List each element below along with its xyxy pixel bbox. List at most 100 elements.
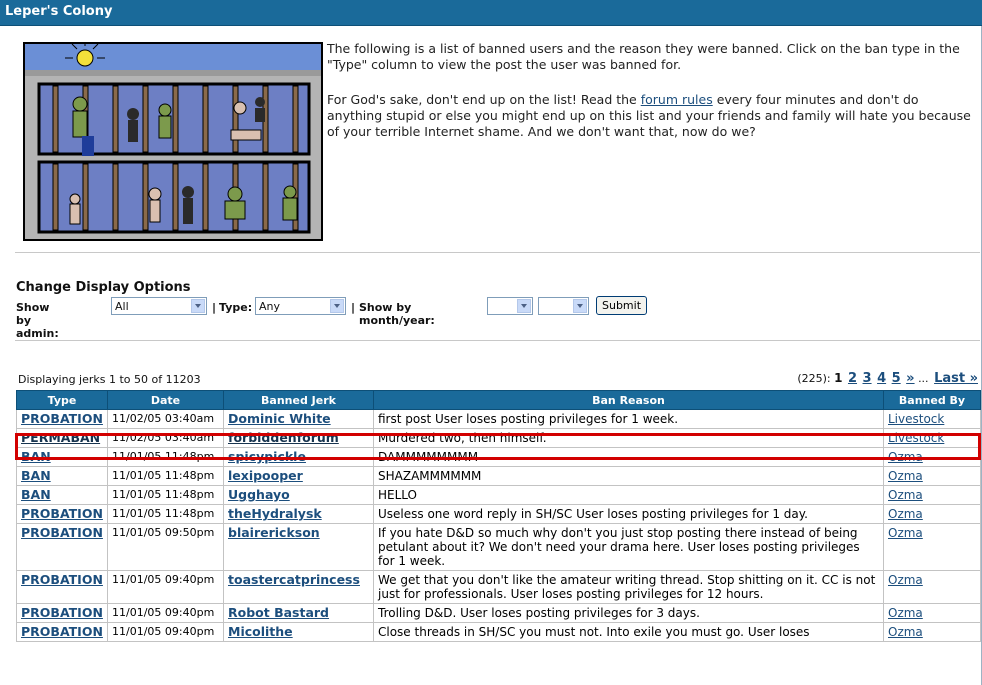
chevron-down-icon[interactable] xyxy=(517,299,531,313)
divider xyxy=(15,252,980,253)
ban-type-link[interactable]: PROBATION xyxy=(21,525,103,540)
ban-reason: If you hate D&D so much why don't you ju… xyxy=(378,526,860,568)
ban-type-link[interactable]: PROBATION xyxy=(21,506,103,521)
month-select[interactable] xyxy=(487,297,533,315)
ban-date: 11/01/05 11:48pm xyxy=(112,450,215,463)
type-filter-select[interactable]: Any xyxy=(255,297,346,315)
ban-type-link[interactable]: BAN xyxy=(21,449,51,464)
table-row: BAN 11/01/05 11:48pm Ugghayo HELLO Ozma xyxy=(16,485,981,505)
banned-by-link[interactable]: Ozma xyxy=(888,507,923,521)
banned-user-link[interactable]: blairerickson xyxy=(228,525,320,540)
ban-type-link[interactable]: BAN xyxy=(21,468,51,483)
table-row: PROBATION 11/01/05 09:40pm Micolithe Close … xyxy=(16,622,981,642)
ban-type-link[interactable]: PROBATION xyxy=(21,572,103,587)
banned-by-link[interactable]: Livestock xyxy=(888,412,944,426)
pagination-last[interactable]: Last » xyxy=(934,371,978,386)
banned-user-link[interactable]: theHydralysk xyxy=(228,506,322,521)
table-cell-reason: HELLO xyxy=(373,485,884,505)
column-header-reason[interactable]: Ban Reason xyxy=(373,390,884,410)
table-row: PROBATION 11/02/05 03:40am Dominic White fi… xyxy=(16,409,981,429)
banned-users-table: Type Date Banned Jerk Ban Reason Banned … xyxy=(16,390,981,642)
banned-by-link[interactable]: Ozma xyxy=(888,526,923,540)
results-count: Displaying jerks 1 to 50 of 11203 xyxy=(18,373,201,386)
table-cell-date: 11/01/05 09:40pm xyxy=(107,622,224,642)
month-filter-separator: | xyxy=(351,301,356,314)
pagination-page-3[interactable]: 3 xyxy=(863,371,872,386)
pagination-current: 1 xyxy=(834,371,843,385)
ban-reason: We get that you don't like the amateur w… xyxy=(378,573,876,601)
chevron-down-icon[interactable] xyxy=(573,299,587,313)
banned-user-link[interactable]: lexipooper xyxy=(228,468,303,483)
ban-type-link[interactable]: PERMABAN xyxy=(21,430,100,445)
admin-filter-select[interactable]: All xyxy=(111,297,207,315)
ban-type-link[interactable]: PROBATION xyxy=(21,605,103,620)
banned-by-link[interactable]: Ozma xyxy=(888,573,923,587)
banned-by-link[interactable]: Ozma xyxy=(888,469,923,483)
forum-rules-link[interactable]: forum rules xyxy=(641,92,713,107)
banned-user-link[interactable]: Dominic White xyxy=(228,411,331,426)
table-cell-type: PROBATION xyxy=(16,603,108,623)
table-cell-by: Ozma xyxy=(883,603,981,623)
ban-date: 11/01/05 09:40pm xyxy=(112,606,215,619)
pagination-page-5[interactable]: 5 xyxy=(892,371,901,386)
ban-date: 11/01/05 11:48pm xyxy=(112,469,215,482)
ban-type-link[interactable]: BAN xyxy=(21,487,51,502)
table-cell-type: BAN xyxy=(16,466,108,486)
banned-by-link[interactable]: Livestock xyxy=(888,431,944,445)
column-header-date[interactable]: Date xyxy=(107,390,224,410)
window-titlebar: Leper's Colony xyxy=(0,0,982,26)
banned-by-link[interactable]: Ozma xyxy=(888,606,923,620)
column-header-jerk[interactable]: Banned Jerk xyxy=(223,390,374,410)
table-cell-reason: Close threads in SH/SC you must not. Int… xyxy=(373,622,884,642)
pagination-page-2[interactable]: 2 xyxy=(848,371,857,386)
table-cell-reason: first post User loses posting privileges… xyxy=(373,409,884,429)
pagination-page-4[interactable]: 4 xyxy=(877,371,886,386)
table-cell-date: 11/02/05 03:40am xyxy=(107,428,224,448)
ban-type-link[interactable]: PROBATION xyxy=(21,411,103,426)
ban-reason: DAMMMMMMMM xyxy=(378,450,479,464)
table-cell-date: 11/01/05 09:50pm xyxy=(107,523,224,571)
leper-colony-comic-image xyxy=(23,42,323,241)
table-row: PROBATION 11/01/05 09:40pm Robot Bastard Tr… xyxy=(16,603,981,623)
admin-filter-value: All xyxy=(115,300,129,313)
banned-user-link[interactable]: Micolithe xyxy=(228,624,293,639)
column-header-banned-by[interactable]: Banned By xyxy=(883,390,981,410)
banned-by-link[interactable]: Ozma xyxy=(888,625,923,639)
banned-by-link[interactable]: Ozma xyxy=(888,488,923,502)
chevron-down-icon[interactable] xyxy=(330,299,344,313)
table-cell-date: 11/01/05 11:48pm xyxy=(107,447,224,467)
ban-date: 11/02/05 03:40am xyxy=(112,412,215,425)
table-cell-by: Ozma xyxy=(883,485,981,505)
ban-reason: SHAZAMMMMMM xyxy=(378,469,482,483)
table-cell-by: Ozma xyxy=(883,570,981,604)
table-cell-jerk: blairerickson xyxy=(223,523,374,571)
banned-user-link[interactable]: forbiddenforum xyxy=(228,430,339,445)
pagination-next[interactable]: » xyxy=(906,371,914,386)
table-cell-reason: SHAZAMMMMMM xyxy=(373,466,884,486)
submit-button[interactable]: Submit xyxy=(596,296,648,315)
banned-by-link[interactable]: Ozma xyxy=(888,450,923,464)
table-cell-by: Ozma xyxy=(883,523,981,571)
table-row: PROBATION 11/01/05 09:40pm toastercatprinc… xyxy=(16,570,981,604)
ban-date: 11/01/05 11:48pm xyxy=(112,488,215,501)
table-cell-jerk: Dominic White xyxy=(223,409,374,429)
ban-type-link[interactable]: PROBATION xyxy=(21,624,103,639)
table-cell-jerk: toastercatprincess xyxy=(223,570,374,604)
table-cell-by: Ozma xyxy=(883,622,981,642)
ban-date: 11/01/05 09:40pm xyxy=(112,573,215,586)
banned-user-link[interactable]: Robot Bastard xyxy=(228,605,329,620)
table-cell-type: BAN xyxy=(16,485,108,505)
banned-user-link[interactable]: Ugghayo xyxy=(228,487,290,502)
banned-user-link[interactable]: spicypickle xyxy=(228,449,306,464)
column-header-type[interactable]: Type xyxy=(16,390,108,410)
table-cell-by: Livestock xyxy=(883,428,981,448)
ban-reason: Murdered two, then himself. xyxy=(378,431,547,445)
chevron-down-icon[interactable] xyxy=(191,299,205,313)
banned-user-link[interactable]: toastercatprincess xyxy=(228,572,360,587)
admin-filter-label: Show by admin: xyxy=(16,301,59,340)
table-cell-type: BAN xyxy=(16,447,108,467)
table-cell-by: Ozma xyxy=(883,504,981,524)
year-select[interactable] xyxy=(538,297,589,315)
table-cell-date: 11/01/05 11:48pm xyxy=(107,504,224,524)
ban-date: 11/01/05 09:50pm xyxy=(112,526,215,539)
